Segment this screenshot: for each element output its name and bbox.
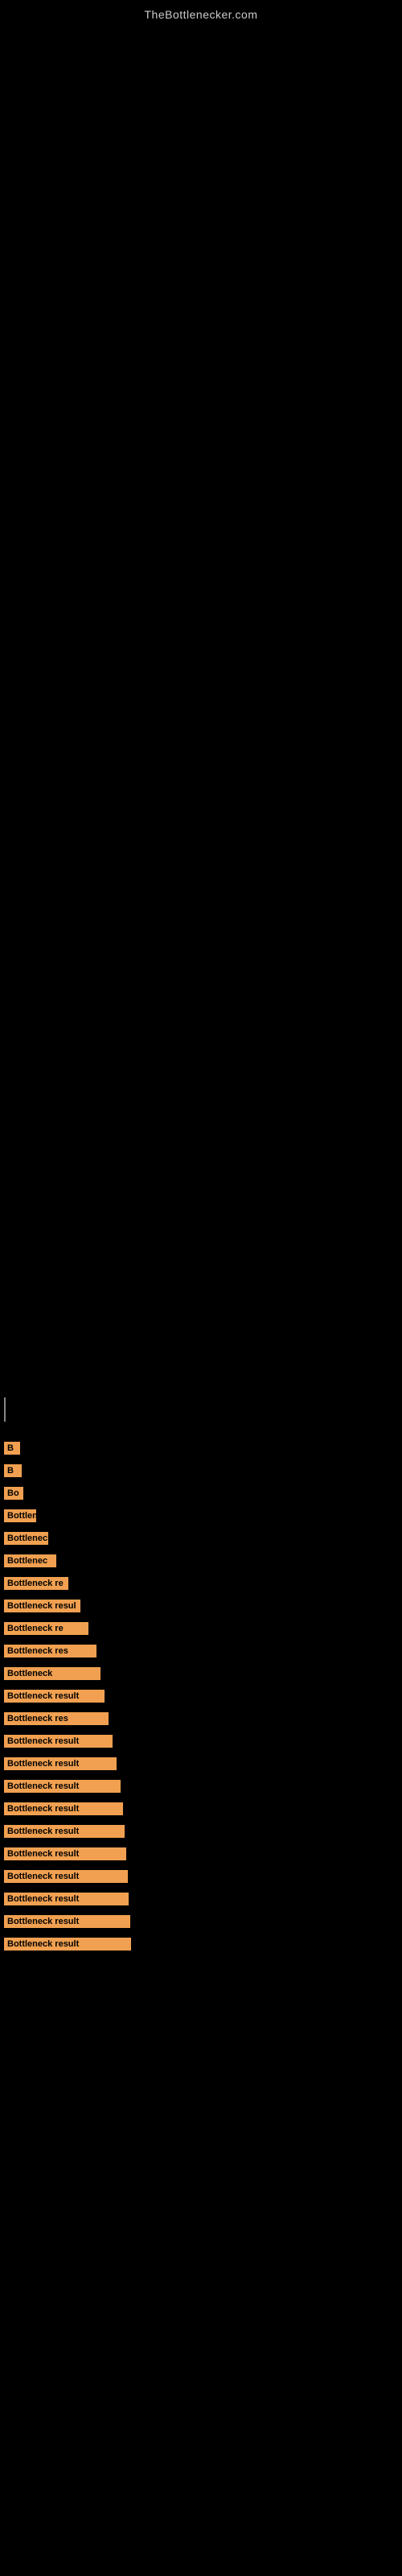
row-spacer	[4, 1591, 402, 1600]
list-item: Bottleneck r	[4, 1532, 402, 1545]
bottleneck-result-label: Bottleneck result	[4, 1690, 105, 1703]
list-item: Bottleneck result	[4, 1870, 402, 1883]
list-item: Bo	[4, 1487, 402, 1500]
row-spacer	[4, 1682, 402, 1690]
bottleneck-result-label: Bottleneck re	[4, 1622, 88, 1635]
chart-area	[0, 25, 402, 1393]
bottleneck-result-label: Bottleneck re	[4, 1577, 68, 1590]
bottleneck-result-label: Bottlen	[4, 1509, 36, 1522]
bottleneck-result-label: Bottleneck result	[4, 1825, 125, 1838]
row-spacer	[4, 1817, 402, 1825]
list-item: B	[4, 1464, 402, 1477]
list-item: Bottlen	[4, 1509, 402, 1522]
bottleneck-result-label: Bottleneck result	[4, 1802, 123, 1815]
bottleneck-items-container: BB Bo Bottlen Bottleneck r Bottlenec Bottlene…	[0, 1426, 402, 1960]
bottleneck-result-label: Bottleneck result	[4, 1893, 129, 1905]
list-item: Bottleneck result	[4, 1780, 402, 1793]
bottleneck-result-label: Bottleneck result	[4, 1757, 117, 1770]
list-item: Bottleneck result	[4, 1847, 402, 1860]
row-spacer	[4, 1794, 402, 1802]
bottleneck-result-label: Bottleneck result	[4, 1735, 113, 1748]
bottleneck-result-label: B	[4, 1442, 20, 1455]
row-spacer	[4, 1479, 402, 1487]
list-item: Bottleneck re	[4, 1622, 402, 1635]
list-item: Bottleneck result	[4, 1757, 402, 1770]
bottleneck-result-label: Bottleneck res	[4, 1712, 109, 1725]
row-spacer	[4, 1569, 402, 1577]
bottleneck-result-label: Bottleneck result	[4, 1780, 121, 1793]
row-spacer	[4, 1637, 402, 1645]
row-spacer	[4, 1749, 402, 1757]
row-spacer	[4, 1501, 402, 1509]
list-item: Bottleneck re	[4, 1577, 402, 1590]
row-spacer	[4, 1772, 402, 1780]
list-item: Bottleneck res	[4, 1712, 402, 1725]
list-item: Bottleneck resul	[4, 1600, 402, 1612]
row-spacer	[4, 1907, 402, 1915]
bottleneck-result-label: Bottleneck resul	[4, 1600, 80, 1612]
bottleneck-result-label: Bottleneck result	[4, 1870, 128, 1883]
list-item: Bottleneck result	[4, 1915, 402, 1928]
list-item: Bottleneck result	[4, 1893, 402, 1905]
row-spacer	[4, 1614, 402, 1622]
list-item: B	[4, 1442, 402, 1455]
list-item: Bottlenec	[4, 1554, 402, 1567]
row-spacer	[4, 1546, 402, 1554]
row-spacer	[4, 1524, 402, 1532]
row-spacer	[4, 1704, 402, 1712]
row-spacer	[4, 1885, 402, 1893]
row-spacer	[4, 1727, 402, 1735]
bottleneck-result-label: Bottleneck result	[4, 1847, 126, 1860]
bottleneck-result-label: Bottleneck result	[4, 1938, 131, 1951]
cursor-line	[4, 1397, 6, 1422]
list-item: Bottleneck result	[4, 1690, 402, 1703]
row-spacer	[4, 1839, 402, 1847]
bottleneck-result-label: Bottleneck	[4, 1667, 100, 1680]
row-spacer	[4, 1456, 402, 1464]
row-spacer	[4, 1930, 402, 1938]
bottleneck-result-label: Bottleneck r	[4, 1532, 48, 1545]
bottleneck-result-label: Bottlenec	[4, 1554, 56, 1567]
row-spacer	[4, 1659, 402, 1667]
list-item: Bottleneck result	[4, 1938, 402, 1951]
bottleneck-result-label: Bottleneck result	[4, 1915, 130, 1928]
bottleneck-result-label: Bo	[4, 1487, 23, 1500]
bottleneck-result-label: Bottleneck res	[4, 1645, 96, 1657]
list-item: Bottleneck result	[4, 1735, 402, 1748]
row-spacer	[4, 1862, 402, 1870]
list-item: Bottleneck res	[4, 1645, 402, 1657]
list-item: Bottleneck result	[4, 1802, 402, 1815]
list-item: Bottleneck	[4, 1667, 402, 1680]
row-spacer	[4, 1434, 402, 1442]
bottleneck-result-label: B	[4, 1464, 22, 1477]
list-item: Bottleneck result	[4, 1825, 402, 1838]
site-title: TheBottlenecker.com	[0, 0, 402, 25]
